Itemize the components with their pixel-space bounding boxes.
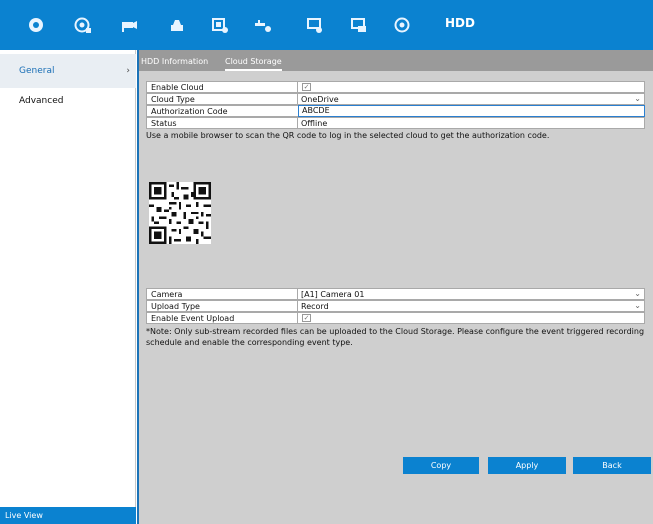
camera-select[interactable]: [A1] Camera 01 — [301, 289, 364, 300]
sidebar-item-general[interactable]: General › — [0, 54, 136, 88]
event-upload-checkbox[interactable]: ✓ — [302, 314, 311, 322]
event-upload-row: Enable Event Upload ✓ — [146, 312, 645, 324]
divider — [297, 94, 298, 105]
divider — [297, 289, 298, 300]
field-label: Upload Type — [151, 302, 200, 311]
qr-code — [149, 182, 211, 244]
enable-cloud-checkbox[interactable]: ✓ — [302, 83, 311, 91]
live-view-button[interactable]: Live View — [0, 507, 136, 524]
live-view-icon[interactable] — [23, 12, 49, 38]
authorization-code-input[interactable]: ABCDE — [298, 105, 645, 117]
status-row: Status Offline — [146, 117, 645, 129]
maintenance-icon[interactable] — [346, 12, 372, 38]
back-button[interactable]: Back — [573, 457, 651, 474]
field-label: Authorization Code — [151, 107, 228, 116]
divider — [297, 82, 298, 93]
sidebar-item-label: General — [19, 66, 55, 76]
field-label: Enable Cloud — [151, 83, 204, 92]
copy-button[interactable]: Copy — [403, 457, 479, 474]
page-title: HDD — [445, 16, 475, 30]
field-label: Status — [151, 119, 177, 128]
enable-cloud-row: Enable Cloud ✓ — [146, 81, 645, 93]
camera-row: Camera [A1] Camera 01 ⌄ — [146, 288, 645, 300]
main-panel: HDD Information Cloud Storage Enable Clo… — [137, 50, 653, 524]
sidebar: General › Advanced Live View — [0, 50, 136, 524]
divider — [297, 118, 298, 129]
divider — [297, 301, 298, 312]
camera-icon[interactable] — [116, 12, 142, 38]
shutdown-icon[interactable] — [389, 12, 415, 38]
tab-cloud-storage[interactable]: Cloud Storage — [225, 55, 282, 71]
field-label: Cloud Type — [151, 95, 195, 104]
status-value: Offline — [301, 119, 328, 128]
cloud-type-row: Cloud Type OneDrive ⌄ — [146, 93, 645, 105]
sidebar-item-label: Advanced — [19, 96, 64, 106]
storage-icon[interactable] — [207, 12, 233, 38]
chevron-down-icon[interactable]: ⌄ — [634, 94, 641, 104]
field-label: Camera — [151, 290, 183, 299]
tab-bar: HDD Information Cloud Storage — [137, 50, 653, 71]
chevron-down-icon[interactable]: ⌄ — [634, 301, 641, 311]
apply-button[interactable]: Apply — [488, 457, 566, 474]
qr-instruction: Use a mobile browser to scan the QR code… — [146, 131, 550, 140]
upload-type-select[interactable]: Record — [301, 301, 329, 312]
chevron-down-icon[interactable]: ⌄ — [634, 289, 641, 299]
field-label: Enable Event Upload — [151, 314, 235, 323]
upload-type-row: Upload Type Record ⌄ — [146, 300, 645, 312]
record-icon[interactable] — [164, 12, 190, 38]
cloud-type-select[interactable]: OneDrive — [301, 94, 339, 105]
authorization-code-row: Authorization Code ABCDE — [146, 105, 645, 117]
top-menu-bar: HDD — [0, 0, 653, 50]
chevron-right-icon: › — [126, 66, 130, 76]
panel-divider — [137, 50, 139, 524]
system-icon[interactable] — [302, 12, 328, 38]
tab-hdd-information[interactable]: HDD Information — [141, 55, 208, 71]
divider — [297, 313, 298, 324]
playback-icon[interactable] — [70, 12, 96, 38]
sidebar-item-advanced[interactable]: Advanced — [0, 84, 136, 118]
cloud-note: *Note: Only sub-stream recorded files ca… — [146, 327, 645, 347]
network-icon[interactable] — [250, 12, 276, 38]
